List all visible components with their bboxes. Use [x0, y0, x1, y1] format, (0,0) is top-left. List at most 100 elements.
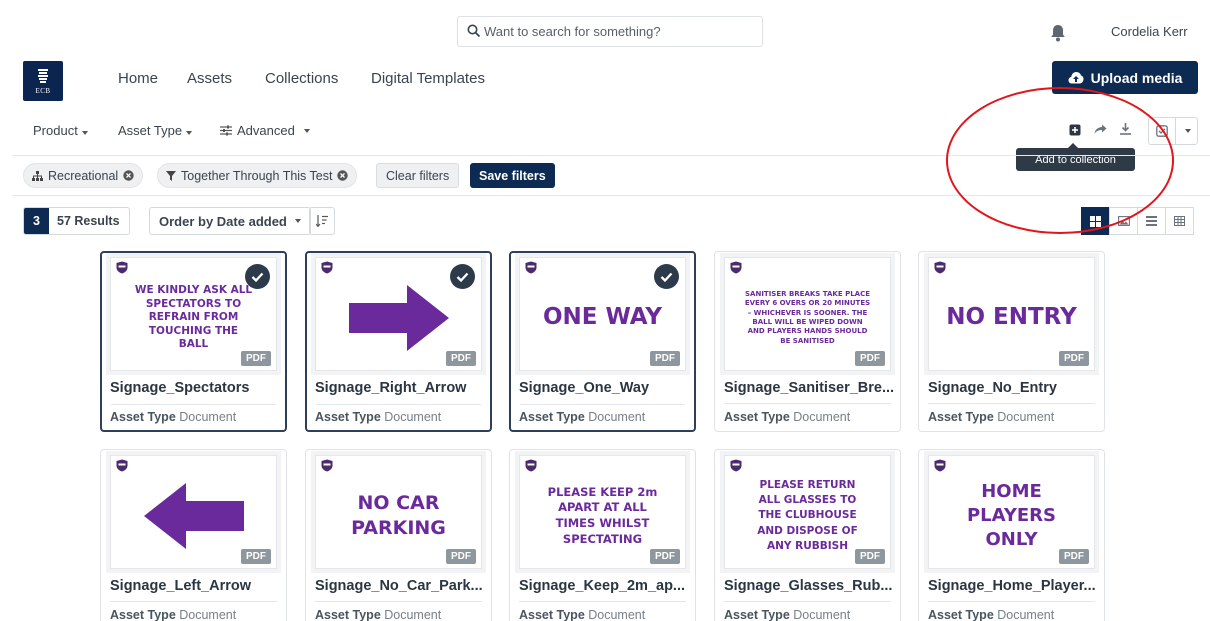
annotation-circle — [946, 87, 1174, 234]
asset-type-meta: Asset Type Document — [724, 608, 850, 621]
nav-assets[interactable]: Assets — [187, 70, 232, 87]
selected-check-icon[interactable] — [245, 264, 270, 289]
chip-label: Together Through This Test — [181, 168, 333, 183]
asset-type-meta: Asset Type Document — [928, 410, 1054, 424]
crest-icon — [38, 68, 48, 83]
asset-card[interactable]: PLEASE KEEP 2m APART AT ALL TIMES WHILST… — [509, 449, 696, 621]
asset-card[interactable]: PLEASE RETURN ALL GLASSES TO THE CLUBHOU… — [714, 449, 901, 621]
asset-type-value: Document — [793, 410, 851, 424]
asset-card[interactable]: NO CAR PARKING PDF Signage_No_Car_Park... A… — [305, 449, 492, 621]
asset-card[interactable]: ONE WAY PDF Signage_One_Way Asset Type Docu… — [509, 251, 696, 432]
asset-thumbnail[interactable]: PLEASE RETURN ALL GLASSES TO THE CLUBHOU… — [724, 455, 891, 569]
asset-thumbnail[interactable]: HOME PLAYERS ONLY PDF — [928, 455, 1095, 569]
pdf-badge: PDF — [446, 549, 476, 564]
asset-title[interactable]: Signage_Spectators — [110, 380, 280, 396]
asset-thumbnail[interactable]: SANITISER BREAKS TAKE PLACE EVERY 6 OVER… — [724, 257, 891, 371]
shield-icon — [525, 459, 537, 472]
asset-card[interactable]: SANITISER BREAKS TAKE PLACE EVERY 6 OVER… — [714, 251, 901, 432]
list-icon — [1146, 216, 1157, 226]
asset-type-key: Asset Type — [110, 410, 176, 424]
view-table-button[interactable] — [1165, 207, 1194, 235]
product-label: Product — [33, 123, 78, 138]
selected-check-icon[interactable] — [654, 264, 679, 289]
filter-chip-campaign[interactable]: Together Through This Test — [157, 163, 358, 188]
shield-icon — [730, 261, 742, 274]
asset-title[interactable]: Signage_Left_Arrow — [110, 578, 280, 594]
asset-card[interactable]: NO ENTRY PDF Signage_No_Entry Asset Type Do… — [918, 251, 1105, 432]
selection-results-box[interactable]: 3 57 Results — [23, 207, 130, 235]
asset-title[interactable]: Signage_No_Car_Park... — [315, 578, 485, 594]
right-arrow-icon — [348, 285, 449, 351]
remove-icon[interactable] — [123, 170, 134, 181]
asset-title[interactable]: Signage_Glasses_Rub... — [724, 578, 894, 594]
asset-card[interactable]: PDF Signage_Right_Arrow Asset Type Documen… — [305, 251, 492, 432]
asset-type-meta: Asset Type Document — [724, 410, 850, 424]
search-input[interactable]: Want to search for something? — [457, 16, 763, 47]
asset-card[interactable]: HOME PLAYERS ONLY PDF Signage_Home_Player.… — [918, 449, 1105, 621]
nav-home[interactable]: Home — [118, 70, 158, 87]
remove-icon[interactable] — [337, 170, 349, 181]
asset-type-dropdown[interactable]: Asset Type — [118, 123, 193, 138]
ecb-logo[interactable]: ECB — [23, 61, 63, 101]
user-menu[interactable]: Cordelia Kerr — [1111, 24, 1188, 39]
pdf-badge: PDF — [1059, 351, 1089, 366]
filter-chip-recreational[interactable]: Recreational — [23, 163, 144, 188]
selected-count-badge: 3 — [24, 208, 49, 234]
nav-digital-templates[interactable]: Digital Templates — [371, 70, 485, 87]
asset-type-meta: Asset Type Document — [519, 608, 645, 621]
nav-collections[interactable]: Collections — [265, 70, 338, 87]
asset-type-value: Document — [588, 410, 646, 424]
sort-direction-button[interactable] — [309, 207, 335, 235]
asset-card[interactable]: WE KINDLY ASK ALL SPECTATORS TO REFRAIN … — [100, 251, 287, 432]
divider — [1175, 118, 1176, 144]
divider — [724, 601, 891, 602]
left-arrow-icon — [143, 483, 244, 549]
asset-thumbnail[interactable]: PLEASE KEEP 2m APART AT ALL TIMES WHILST… — [519, 455, 686, 569]
bell-icon[interactable] — [1050, 24, 1066, 42]
asset-type-key: Asset Type — [315, 410, 381, 424]
divider — [928, 601, 1095, 602]
asset-title[interactable]: Signage_Keep_2m_ap... — [519, 578, 689, 594]
sign-preview: WE KINDLY ASK ALL SPECTATORS TO REFRAIN … — [134, 283, 253, 351]
selected-check-icon[interactable] — [450, 264, 475, 289]
asset-thumbnail[interactable]: ONE WAY PDF — [519, 257, 686, 371]
asset-thumbnail[interactable]: NO ENTRY PDF — [928, 257, 1095, 371]
product-dropdown[interactable]: Product — [33, 123, 88, 138]
pdf-badge: PDF — [855, 351, 885, 366]
asset-thumbnail[interactable]: PDF — [315, 257, 482, 371]
advanced-dropdown[interactable]: Advanced — [220, 123, 310, 138]
chevron-down-icon — [303, 128, 310, 133]
pdf-badge: PDF — [446, 351, 476, 366]
sign-preview: PLEASE RETURN ALL GLASSES TO THE CLUBHOU… — [757, 478, 858, 552]
asset-title[interactable]: Signage_Right_Arrow — [315, 380, 485, 396]
asset-type-key: Asset Type — [315, 608, 381, 621]
asset-thumbnail[interactable]: PDF — [110, 455, 277, 569]
asset-title[interactable]: Signage_Home_Player... — [928, 578, 1098, 594]
asset-card[interactable]: PDF Signage_Left_Arrow Asset Type Document — [100, 449, 287, 621]
sign-preview — [330, 276, 467, 360]
order-by-dropdown[interactable]: Order by Date added — [149, 207, 311, 235]
asset-type-meta: Asset Type Document — [519, 410, 645, 424]
asset-title[interactable]: Signage_One_Way — [519, 380, 689, 396]
divider — [724, 403, 891, 404]
asset-type-value: Document — [997, 410, 1055, 424]
asset-title[interactable]: Signage_Sanitiser_Bre... — [724, 380, 894, 396]
cloud-upload-icon — [1068, 72, 1084, 84]
asset-type-key: Asset Type — [519, 608, 585, 621]
asset-type-value: Document — [793, 608, 851, 621]
asset-title[interactable]: Signage_No_Entry — [928, 380, 1098, 396]
asset-type-key: Asset Type — [110, 608, 176, 621]
asset-thumbnail[interactable]: WE KINDLY ASK ALL SPECTATORS TO REFRAIN … — [110, 257, 277, 371]
divider — [111, 404, 276, 405]
asset-type-value: Document — [384, 410, 442, 424]
advanced-label: Advanced — [237, 123, 295, 138]
clear-filters-button[interactable]: Clear filters — [376, 163, 460, 188]
asset-type-meta: Asset Type Document — [315, 608, 441, 621]
save-filters-button[interactable]: Save filters — [470, 163, 555, 188]
shield-icon — [116, 459, 128, 472]
asset-type-meta: Asset Type Document — [110, 608, 236, 621]
pdf-badge: PDF — [650, 549, 680, 564]
asset-type-key: Asset Type — [724, 410, 790, 424]
filter-icon — [166, 170, 176, 181]
asset-thumbnail[interactable]: NO CAR PARKING PDF — [315, 455, 482, 569]
